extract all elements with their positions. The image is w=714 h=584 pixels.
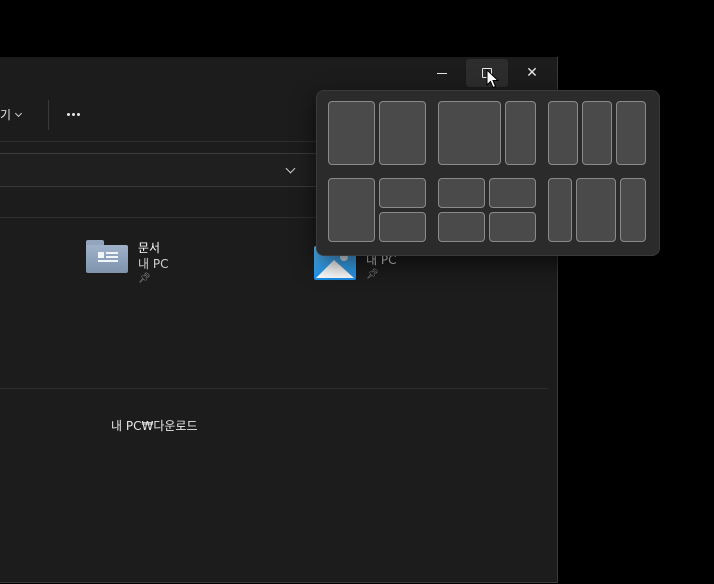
snap-layout-half-half <box>328 101 426 165</box>
address-dropdown-icon[interactable] <box>285 163 296 174</box>
view-menu-button[interactable]: 기 <box>0 106 23 123</box>
minimize-icon <box>437 72 447 74</box>
snap-zone[interactable] <box>576 178 616 242</box>
snap-zone[interactable] <box>328 101 375 165</box>
snap-zone[interactable] <box>489 178 536 208</box>
snap-zone[interactable] <box>582 101 612 165</box>
address-bar[interactable] <box>0 153 320 187</box>
snap-zone[interactable] <box>548 101 578 165</box>
snap-layout-quarter-half-quarter <box>548 178 646 242</box>
recent-item-path[interactable]: 내 PC₩다운로드 <box>111 417 198 434</box>
snap-zone[interactable] <box>438 212 485 242</box>
minimize-button[interactable] <box>420 59 464 87</box>
chevron-down-icon <box>15 109 23 117</box>
close-icon: ✕ <box>526 65 538 81</box>
snap-zone[interactable] <box>616 101 646 165</box>
snap-zone[interactable] <box>379 101 426 165</box>
snap-zone[interactable] <box>620 178 646 242</box>
view-menu-label: 기 <box>0 108 12 122</box>
item-location: 내 PC <box>138 257 169 271</box>
snap-zone[interactable] <box>505 101 536 165</box>
snap-zone[interactable] <box>489 212 536 242</box>
section-divider <box>0 388 548 389</box>
documents-folder-icon <box>86 240 128 274</box>
pin-icon: 📌︎ <box>138 273 151 284</box>
snap-zone[interactable] <box>379 212 426 242</box>
snap-zone[interactable] <box>438 178 485 208</box>
snap-zone[interactable] <box>548 178 572 242</box>
snap-layout-half-quarters <box>328 178 426 242</box>
close-button[interactable]: ✕ <box>510 59 554 87</box>
pin-icon: 📌︎ <box>366 269 379 280</box>
more-options-button[interactable] <box>62 99 84 129</box>
item-name: 문서 <box>138 241 161 255</box>
mouse-cursor-icon <box>486 69 500 89</box>
snap-zone[interactable] <box>328 178 375 242</box>
title-bar[interactable]: ✕ <box>0 57 557 91</box>
snap-zone[interactable] <box>379 178 426 208</box>
more-icon <box>66 112 70 116</box>
snap-zone[interactable] <box>438 101 501 165</box>
snap-layouts-flyout <box>316 90 660 256</box>
snap-layout-three-columns <box>548 101 646 165</box>
toolbar-divider <box>48 100 49 130</box>
snap-layout-four-grid <box>438 178 536 242</box>
snap-layout-two-thirds <box>438 101 536 165</box>
quick-access-item-documents[interactable]: 문서 내 PC 📌︎ <box>86 240 168 286</box>
